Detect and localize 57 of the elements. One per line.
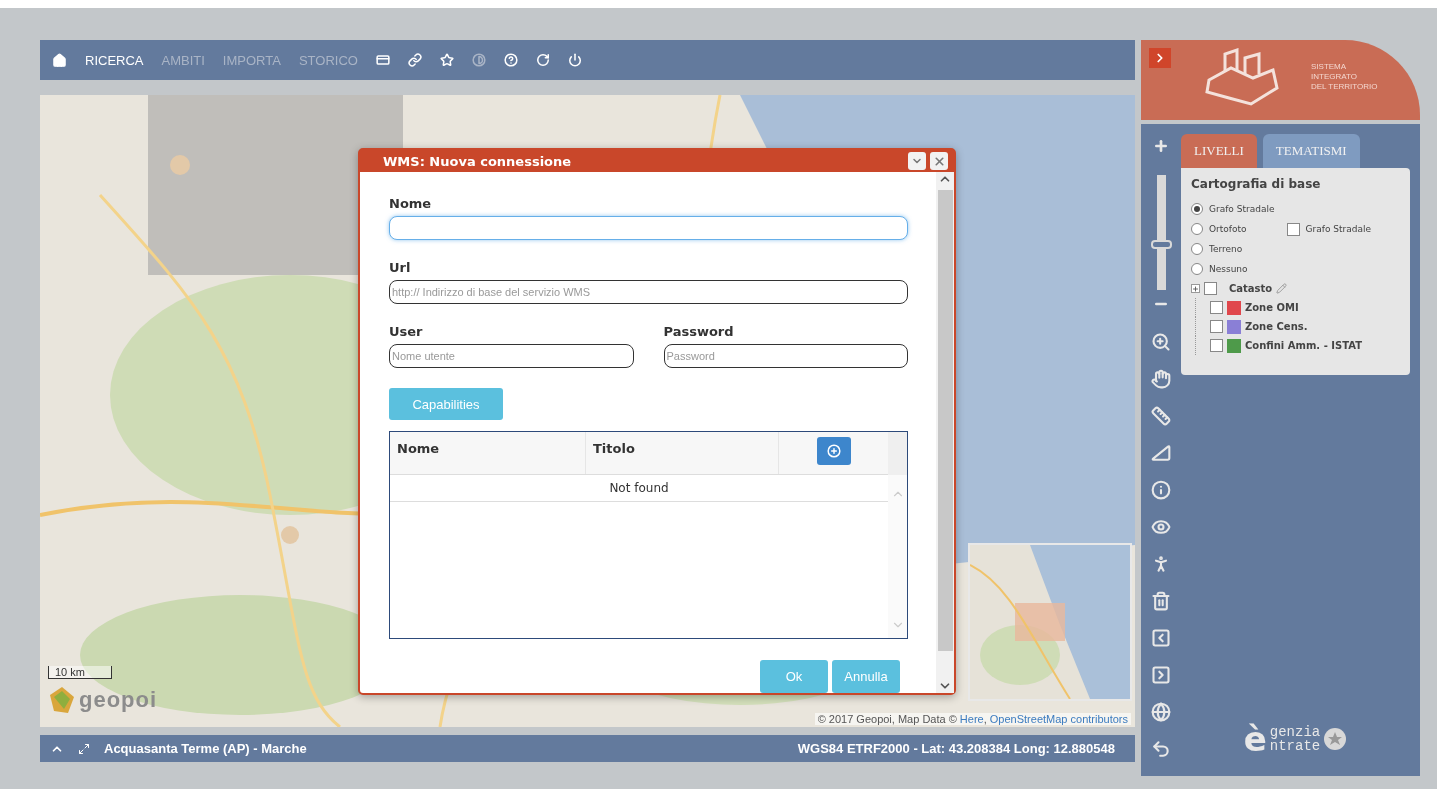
checkbox[interactable] <box>1204 282 1217 295</box>
eye-icon[interactable] <box>1151 517 1171 537</box>
ruler-icon[interactable] <box>1151 406 1171 426</box>
layer-label: Zone Cens. <box>1245 321 1308 332</box>
nav-tab[interactable]: RICERCA <box>85 52 144 68</box>
home-icon[interactable] <box>52 52 67 68</box>
hand-icon[interactable] <box>1151 369 1171 389</box>
refresh-icon[interactable] <box>535 53 550 67</box>
radio-label: Terreno <box>1209 244 1243 254</box>
checkbox[interactable] <box>1210 320 1223 333</box>
radio-button[interactable] <box>1191 263 1203 275</box>
expand-button[interactable] <box>1149 48 1171 68</box>
plus-icon <box>1153 138 1169 154</box>
coordinates-text: WGS84 ETRF2000 - Lat: 43.208384 Long: 12.880548 <box>797 741 1115 756</box>
radio-button[interactable] <box>1191 223 1203 235</box>
globe-icon[interactable] <box>1151 702 1171 722</box>
help-icon[interactable] <box>503 53 518 67</box>
checkbox-label: Grafo Stradale <box>1305 224 1371 234</box>
slider-thumb[interactable] <box>1150 239 1172 249</box>
panel-tab[interactable]: LIVELLI <box>1181 134 1257 168</box>
zoom-slider[interactable] <box>1150 175 1172 290</box>
radio-label: Ortofoto <box>1209 224 1247 234</box>
expand-toggle[interactable] <box>1191 284 1200 293</box>
layer-label: Confini Amm. - ISTAT <box>1245 340 1362 351</box>
layer-label: Zone OMI <box>1245 302 1299 313</box>
contrast-icon[interactable] <box>471 53 486 67</box>
brand-text: DEL TERRITORIO <box>1311 82 1378 92</box>
radio-button[interactable] <box>1191 243 1203 255</box>
radio-button[interactable] <box>1191 203 1203 215</box>
card-icon[interactable] <box>375 53 390 67</box>
checkbox[interactable] <box>1210 339 1223 352</box>
undo-icon[interactable] <box>1151 739 1171 759</box>
checkbox[interactable] <box>1210 301 1223 314</box>
back-icon[interactable] <box>1151 628 1171 648</box>
trash-icon[interactable] <box>1151 591 1171 611</box>
triangle-icon[interactable] <box>1151 443 1171 463</box>
brand-text: SISTEMA <box>1311 62 1348 72</box>
power-icon[interactable] <box>567 53 582 67</box>
info-icon[interactable] <box>1151 480 1171 500</box>
forward-icon[interactable] <box>1151 665 1171 685</box>
radio-label: Grafo Stradale <box>1209 204 1275 214</box>
emblem-icon <box>1323 727 1348 751</box>
radio-label: Nessuno <box>1209 264 1248 274</box>
brand-text: INTEGRATO <box>1311 72 1358 82</box>
logo-initial: è <box>1243 722 1267 756</box>
pencil-icon[interactable] <box>1276 283 1288 294</box>
logo-text: genzia <box>1269 725 1321 739</box>
star-icon[interactable] <box>439 53 454 67</box>
location-text: Acquasanta Terme (AP) - Marche <box>104 741 307 756</box>
layer-label: Catasto <box>1229 283 1273 294</box>
panel-tab[interactable]: TEMATISMI <box>1262 134 1360 168</box>
fullscreen-icon[interactable] <box>78 742 90 755</box>
link-icon[interactable] <box>407 53 422 67</box>
checkbox[interactable] <box>1286 222 1300 236</box>
section-title: Cartografia di base <box>1191 177 1322 191</box>
logo-text: ntrate <box>1269 739 1321 753</box>
zoom-in-icon[interactable] <box>1151 332 1171 352</box>
